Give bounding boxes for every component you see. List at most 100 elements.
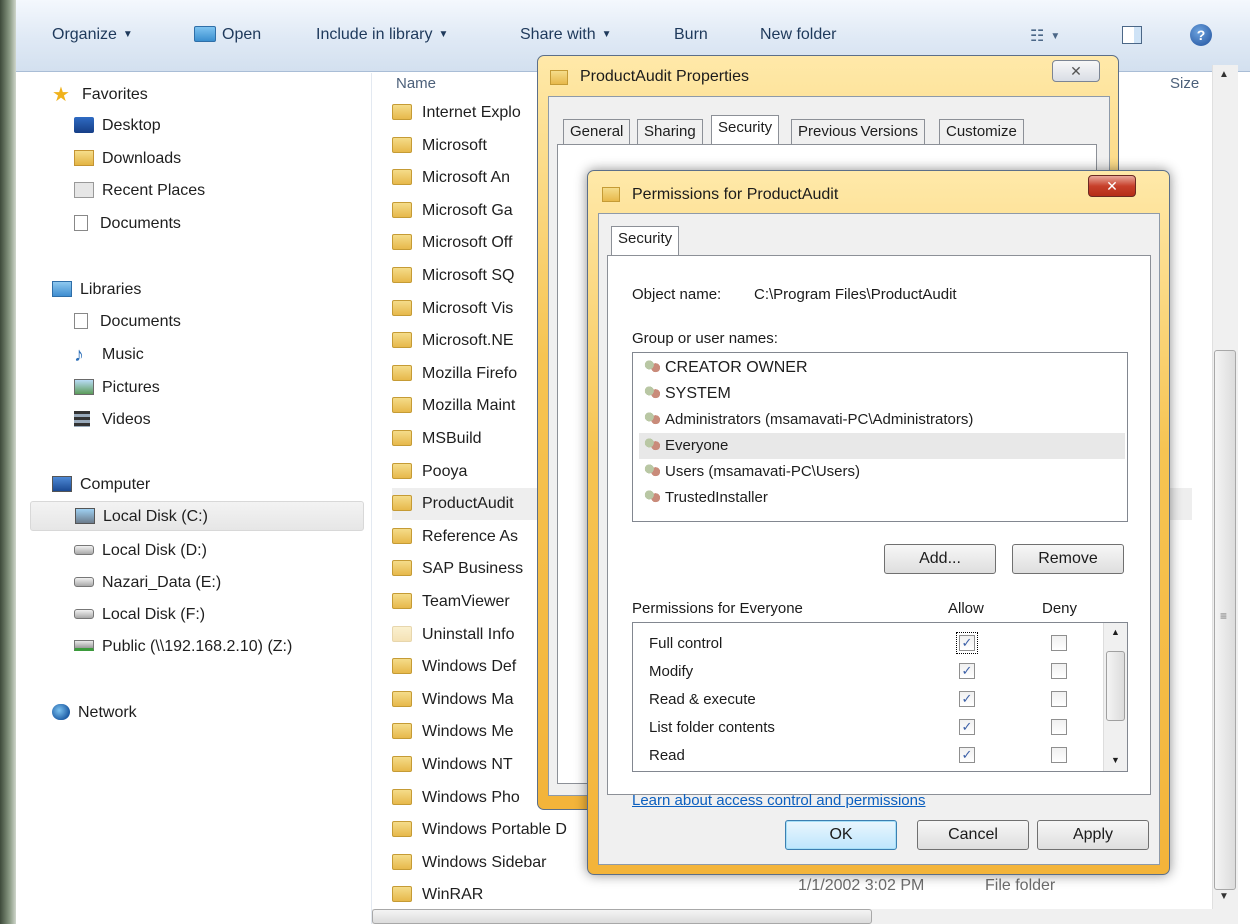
folder-row[interactable]: Pooya — [392, 456, 467, 488]
tab-general[interactable]: General — [563, 119, 631, 145]
deny-checkbox[interactable] — [1051, 635, 1067, 651]
nav-computer[interactable]: Computer — [52, 470, 150, 500]
tab-sharing[interactable]: Sharing — [637, 119, 703, 145]
folder-row[interactable]: Microsoft — [392, 130, 487, 162]
nav-network[interactable]: Network — [52, 698, 137, 728]
user-everyone[interactable]: Everyone — [639, 433, 1125, 459]
tab-security[interactable]: Security — [711, 115, 780, 145]
nav-documents-fav[interactable]: Documents — [74, 209, 181, 239]
permissions-scroll-thumb[interactable] — [1106, 651, 1125, 721]
organize-button[interactable]: Organize ▼ — [52, 26, 133, 44]
allow-checkbox[interactable]: ✓ — [956, 632, 978, 654]
folder-row[interactable]: Windows Sidebar — [392, 847, 547, 879]
user-users[interactable]: Users (msamavati-PC\Users) — [639, 459, 1125, 485]
folder-row[interactable]: WinRAR — [392, 879, 483, 911]
nav-public-z[interactable]: Public (\\192.168.2.10) (Z:) — [74, 632, 292, 662]
nav-libraries[interactable]: Libraries — [52, 275, 141, 305]
help-icon[interactable]: ? — [1190, 24, 1212, 46]
folder-row[interactable]: Microsoft Vis — [392, 293, 513, 325]
nav-local-disk-c[interactable]: Local Disk (C:) — [30, 501, 364, 531]
folder-row[interactable]: Microsoft.NE — [392, 325, 514, 357]
preview-pane-button[interactable] — [1122, 26, 1142, 44]
user-group-icon — [643, 360, 661, 374]
allow-checkbox[interactable]: ✓ — [959, 663, 975, 679]
user-trustedinstaller[interactable]: TrustedInstaller — [639, 485, 1125, 511]
scroll-up-arrow-icon[interactable]: ▲ — [1111, 627, 1120, 637]
ok-button[interactable]: OK — [785, 820, 897, 850]
permissions-close-button[interactable]: ✕ — [1088, 175, 1136, 197]
folder-row[interactable]: Windows NT — [392, 749, 513, 781]
user-list[interactable]: CREATOR OWNER SYSTEM Administrators (msa… — [632, 352, 1128, 522]
folder-row[interactable]: Microsoft Off — [392, 227, 512, 259]
folder-row[interactable]: SAP Business — [392, 553, 523, 585]
open-button[interactable]: Open — [194, 26, 261, 44]
nav-videos[interactable]: Videos — [74, 405, 151, 435]
tab-customize[interactable]: Customize — [939, 119, 1024, 145]
folder-row[interactable]: Uninstall Info — [392, 619, 515, 651]
vertical-scroll-thumb[interactable]: ≡ — [1214, 350, 1236, 890]
folder-name: Windows Me — [422, 723, 514, 741]
apply-button[interactable]: Apply — [1037, 820, 1149, 850]
include-in-library-button[interactable]: Include in library ▼ — [316, 26, 448, 44]
nav-nazari-e[interactable]: Nazari_Data (E:) — [74, 568, 221, 598]
folder-row[interactable]: Microsoft An — [392, 162, 510, 194]
deny-checkbox[interactable] — [1051, 747, 1067, 763]
nav-downloads[interactable]: Downloads — [74, 144, 181, 174]
cancel-button[interactable]: Cancel — [917, 820, 1029, 850]
deny-checkbox[interactable] — [1051, 691, 1067, 707]
column-header-size[interactable]: Size — [1170, 75, 1199, 92]
folder-name: Windows NT — [422, 756, 513, 773]
nav-favorites[interactable]: ★ Favorites — [52, 80, 148, 110]
horizontal-scrollbar[interactable] — [372, 909, 1238, 924]
folder-icon — [392, 201, 412, 218]
properties-close-button[interactable]: ✕ — [1052, 60, 1100, 82]
scroll-down-arrow-icon[interactable]: ▼ — [1219, 891, 1229, 902]
user-administrators[interactable]: Administrators (msamavati-PC\Administrat… — [639, 407, 1125, 433]
folder-row[interactable]: Internet Explo — [392, 97, 521, 129]
folder-row[interactable]: Microsoft SQ — [392, 260, 514, 292]
nav-documents[interactable]: Documents — [74, 307, 181, 337]
user-creator-owner[interactable]: CREATOR OWNER — [639, 355, 1125, 381]
allow-checkbox[interactable]: ✓ — [959, 747, 975, 763]
scroll-down-arrow-icon[interactable]: ▼ — [1111, 755, 1120, 765]
folder-row[interactable]: Mozilla Firefo — [392, 358, 517, 390]
folder-row[interactable]: MSBuild — [392, 423, 482, 455]
folder-row[interactable]: Mozilla Maint — [392, 390, 515, 422]
nav-recent-places[interactable]: Recent Places — [74, 176, 205, 206]
column-header-name[interactable]: Name — [396, 75, 436, 92]
learn-permissions-link[interactable]: Learn about access control and permissio… — [632, 792, 926, 809]
nav-local-disk-d[interactable]: Local Disk (D:) — [74, 536, 207, 566]
allow-checkbox[interactable]: ✓ — [959, 691, 975, 707]
remove-button[interactable]: Remove — [1012, 544, 1124, 574]
folder-row[interactable]: Windows Ma — [392, 684, 514, 716]
folder-row[interactable]: Windows Pho — [392, 782, 520, 814]
folder-name: SAP Business — [422, 560, 524, 578]
folder-icon — [392, 658, 412, 675]
deny-checkbox[interactable] — [1051, 663, 1067, 679]
folder-row[interactable]: Windows Portable D — [392, 814, 567, 846]
new-folder-button[interactable]: New folder — [760, 26, 836, 44]
nav-pictures[interactable]: Pictures — [74, 373, 160, 403]
add-button[interactable]: Add... — [884, 544, 996, 574]
tab-previous-versions[interactable]: Previous Versions — [791, 119, 926, 145]
deny-checkbox[interactable] — [1051, 719, 1067, 735]
share-with-button[interactable]: Share with ▼ — [520, 26, 612, 44]
scroll-up-arrow-icon[interactable]: ▲ — [1219, 69, 1229, 80]
folder-row[interactable]: Windows Def — [392, 651, 516, 683]
horizontal-scroll-thumb[interactable] — [372, 909, 872, 924]
user-system[interactable]: SYSTEM — [639, 381, 1125, 407]
tab-security[interactable]: Security — [611, 226, 680, 256]
change-view-button[interactable]: ☷ ▼ — [1030, 26, 1060, 46]
nav-desktop[interactable]: Desktop — [74, 111, 161, 141]
nav-local-disk-f[interactable]: Local Disk (F:) — [74, 600, 205, 630]
permissions-scrollbar[interactable]: ▲ ▼ — [1103, 623, 1127, 771]
burn-button[interactable]: Burn — [674, 26, 708, 44]
nav-music[interactable]: ♪ Music — [74, 340, 144, 370]
desktop-edge — [0, 0, 16, 924]
folder-name: MSBuild — [422, 430, 482, 447]
allow-checkbox[interactable]: ✓ — [959, 719, 975, 735]
folder-row[interactable]: Windows Me — [392, 716, 514, 748]
folder-row[interactable]: Reference As — [392, 521, 518, 553]
folder-row[interactable]: Microsoft Ga — [392, 195, 513, 227]
folder-row[interactable]: TeamViewer — [392, 586, 510, 618]
